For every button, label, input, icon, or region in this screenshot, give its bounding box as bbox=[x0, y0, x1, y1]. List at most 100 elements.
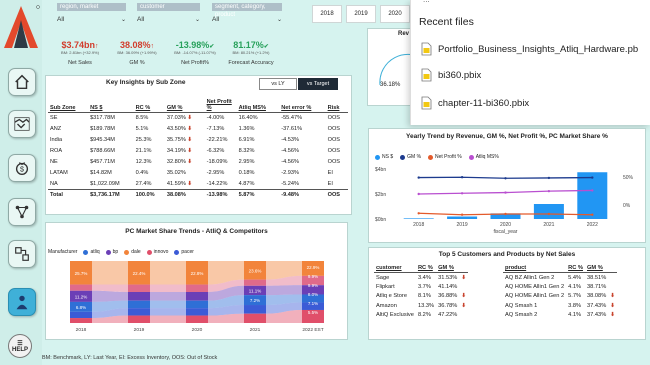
cell-ns: $189.78M bbox=[90, 126, 115, 132]
cell: 37.43% bbox=[586, 302, 607, 309]
pc-data-label: 6.8% bbox=[76, 305, 86, 310]
year-2018-button[interactable]: 2018 bbox=[312, 5, 342, 23]
down-arrow-icon: ⬇ bbox=[461, 302, 467, 309]
nav-finance-button[interactable]: $ bbox=[8, 154, 36, 182]
col-atliq-ms[interactable]: Atliq MS% bbox=[236, 98, 280, 113]
year-2019-button[interactable]: 2019 bbox=[346, 5, 376, 23]
product-row[interactable]: AQ Smash 1 3.8% 37.43% ⬇ bbox=[503, 301, 617, 311]
col-prod-rc[interactable]: RC % bbox=[566, 264, 585, 273]
money-bag-icon: $ bbox=[15, 162, 29, 175]
insights-row[interactable]: NE $457.71M 12.3% 32.80% ⬇ -18.09% 2.95% -4.56… bbox=[48, 157, 348, 168]
cell: 5.7% bbox=[568, 293, 582, 300]
yearly-trend-chart: $4bn $2bn $0bn 50% 0% 2018 2019 2020 2021 2022 fis… bbox=[375, 167, 634, 235]
col-customer[interactable]: customer bbox=[374, 264, 416, 273]
help-button[interactable]: ☰ HELP bbox=[8, 334, 32, 358]
pc-legend-item[interactable]: innovo bbox=[146, 249, 168, 255]
cell: Sage bbox=[376, 274, 390, 281]
cell-rc: 5.1% bbox=[135, 126, 149, 132]
insights-row[interactable]: ANZ $189.78M 5.1% 43.50% ⬇ -7.13% 1.36% -37.61… bbox=[48, 124, 348, 135]
filter-region[interactable]: region, market All ⌄ bbox=[57, 3, 126, 24]
cell-risk: OOS bbox=[327, 115, 341, 122]
cell-sub-zone: NE bbox=[50, 159, 58, 165]
cell: 36.88% bbox=[438, 293, 458, 300]
product-row[interactable]: AQ BZ Allin1 Gen 2 5.4% 38.51% bbox=[503, 273, 617, 283]
legend-swatch bbox=[105, 249, 111, 255]
legend-label: atliq bbox=[90, 249, 100, 255]
pc-bar-segment bbox=[186, 308, 208, 316]
col-cust-rc[interactable]: RC % bbox=[415, 264, 437, 273]
legend-label: bp bbox=[112, 249, 119, 255]
nav-home-button[interactable] bbox=[8, 68, 36, 96]
pc-legend-item[interactable]: dale bbox=[124, 249, 141, 255]
recent-file-item[interactable]: bi360.pbix bbox=[421, 64, 481, 86]
trend-legend-item[interactable]: Atliq MS% bbox=[468, 154, 499, 160]
pc-legend-item[interactable]: bp bbox=[105, 249, 119, 255]
col-net-profit[interactable]: Net Profit % bbox=[204, 98, 237, 113]
top5-products-table: product RC % GM % AQ BZ Allin1 Gen 2 5.4%… bbox=[503, 264, 618, 321]
cell: Amazon bbox=[376, 302, 397, 309]
insights-row[interactable]: NA $1,022.09M 27.4% 41.59% ⬇ -14.22% 4.87% -5.… bbox=[48, 179, 348, 190]
legend-swatch bbox=[124, 249, 130, 255]
customer-row[interactable]: Flipkart 3.7% 41.14% bbox=[374, 282, 468, 292]
customer-row[interactable]: Atliq e Store 8.1% 36.88% ⬇ bbox=[374, 292, 468, 302]
col-product[interactable]: product bbox=[503, 264, 567, 273]
pc-data-label: 25.7% bbox=[75, 271, 88, 276]
filter-region-select[interactable]: All ⌄ bbox=[57, 14, 126, 24]
cell: AQ Smash 1 bbox=[505, 302, 538, 309]
kpi-gm-benchmark: BM: 36.09% (+1.99%) bbox=[117, 50, 157, 55]
nav-sales-button[interactable] bbox=[8, 110, 36, 138]
kpi-net-profit: -13.98%✔ BM: -14.07% (-11.07%) Net Profi… bbox=[170, 40, 220, 66]
recent-file-name: bi360.pbix bbox=[438, 69, 482, 81]
trend-bar bbox=[533, 204, 564, 219]
kpi-net-sales: $3.74bn↑ BM: 2.81bn (+32.9%) Net Sales bbox=[57, 40, 103, 66]
filter-segment[interactable]: segment, category, product All ⌄ bbox=[212, 3, 282, 24]
cell-net-error: -4.56% bbox=[281, 159, 299, 165]
customer-row[interactable]: Amazon 13.3% 36.78% ⬇ bbox=[374, 301, 468, 311]
col-risk[interactable]: Risk bbox=[325, 98, 348, 113]
product-row[interactable]: AQ HOME Allin1 Gen 2 5.7% 38.08% ⬇ bbox=[503, 292, 617, 302]
trend-legend-item[interactable]: GM % bbox=[400, 154, 421, 160]
col-cust-gm[interactable]: GM % bbox=[436, 264, 460, 273]
year-2020-button[interactable]: 2020 bbox=[380, 5, 410, 23]
toggle-vs-ly[interactable]: vs LY bbox=[259, 78, 297, 90]
customer-row[interactable]: AltiQ Exclusive 8.2% 47.22% bbox=[374, 311, 468, 321]
cell-ns: $457.71M bbox=[90, 159, 115, 165]
col-net-error[interactable]: Net error % bbox=[279, 98, 326, 113]
nav-marketing-button[interactable] bbox=[8, 198, 36, 226]
filter-customer-select[interactable]: All ⌄ bbox=[137, 14, 200, 24]
legend-swatch bbox=[146, 249, 152, 255]
cell-net-error: -5.24% bbox=[281, 180, 299, 187]
x-tick-label: 2019 bbox=[457, 222, 468, 228]
cell-gm: 34.19% ⬇ bbox=[166, 148, 193, 154]
insights-row[interactable]: India $945.34M 25.3% 35.75% ⬇ -22.21% 6.91% -4… bbox=[48, 135, 348, 146]
col-rc[interactable]: RC % bbox=[133, 98, 165, 113]
product-row[interactable]: AQ Smash 2 4.1% 37.43% ⬇ bbox=[503, 311, 617, 321]
insights-row[interactable]: LATAM $14.82M 0.4% 35.02% -2.95% 0.18% -2.93% E… bbox=[48, 168, 348, 179]
toggle-vs-target[interactable]: vs Target bbox=[298, 78, 338, 90]
pc-legend-item[interactable]: pacer bbox=[174, 249, 194, 255]
recent-file-item[interactable]: chapter-11-bi360.pbix bbox=[421, 92, 529, 114]
filter-customer[interactable]: customer All ⌄ bbox=[137, 3, 200, 24]
recent-file-item[interactable]: Portfolio_Business_Insights_Atliq_Hardwa… bbox=[421, 38, 638, 60]
nav-executive-button[interactable] bbox=[8, 288, 36, 316]
cell-gm: 38.08% bbox=[164, 189, 205, 201]
pc-legend-item[interactable]: atliq bbox=[83, 249, 100, 255]
insights-row[interactable]: SE $317.78M 8.5% 37.03% ⬇ -4.00% 16.40% -55.47… bbox=[48, 113, 348, 124]
help-icon: ☰ bbox=[17, 340, 23, 347]
cell-ns: $317.78M bbox=[90, 115, 115, 122]
insights-row[interactable]: ROA $788.66M 21.1% 34.19% ⬇ -6.32% 8.32% -4.56… bbox=[48, 146, 348, 157]
col-ns[interactable]: NS $ bbox=[88, 98, 134, 113]
product-row[interactable]: AQ HOME Allin1 Gen 2 4.1% 38.71% bbox=[503, 282, 617, 292]
col-sub-zone[interactable]: Sub Zone bbox=[48, 98, 89, 113]
trend-legend-item[interactable]: NS $ bbox=[375, 154, 393, 160]
pc-data-label: 22.9% bbox=[307, 265, 320, 270]
nav-supply-chain-button[interactable] bbox=[8, 240, 36, 268]
trend-legend-item[interactable]: Net Profit % bbox=[428, 154, 462, 160]
col-gm[interactable]: GM % bbox=[164, 98, 205, 113]
customer-row[interactable]: Sage 3.4% 31.53% ⬇ bbox=[374, 273, 468, 283]
trend-point bbox=[504, 177, 507, 180]
cell-net-error: -4.56% bbox=[281, 148, 299, 154]
cell-rc: 8.5% bbox=[135, 115, 149, 122]
col-prod-gm[interactable]: GM % bbox=[584, 264, 609, 273]
network-icon bbox=[15, 205, 29, 219]
